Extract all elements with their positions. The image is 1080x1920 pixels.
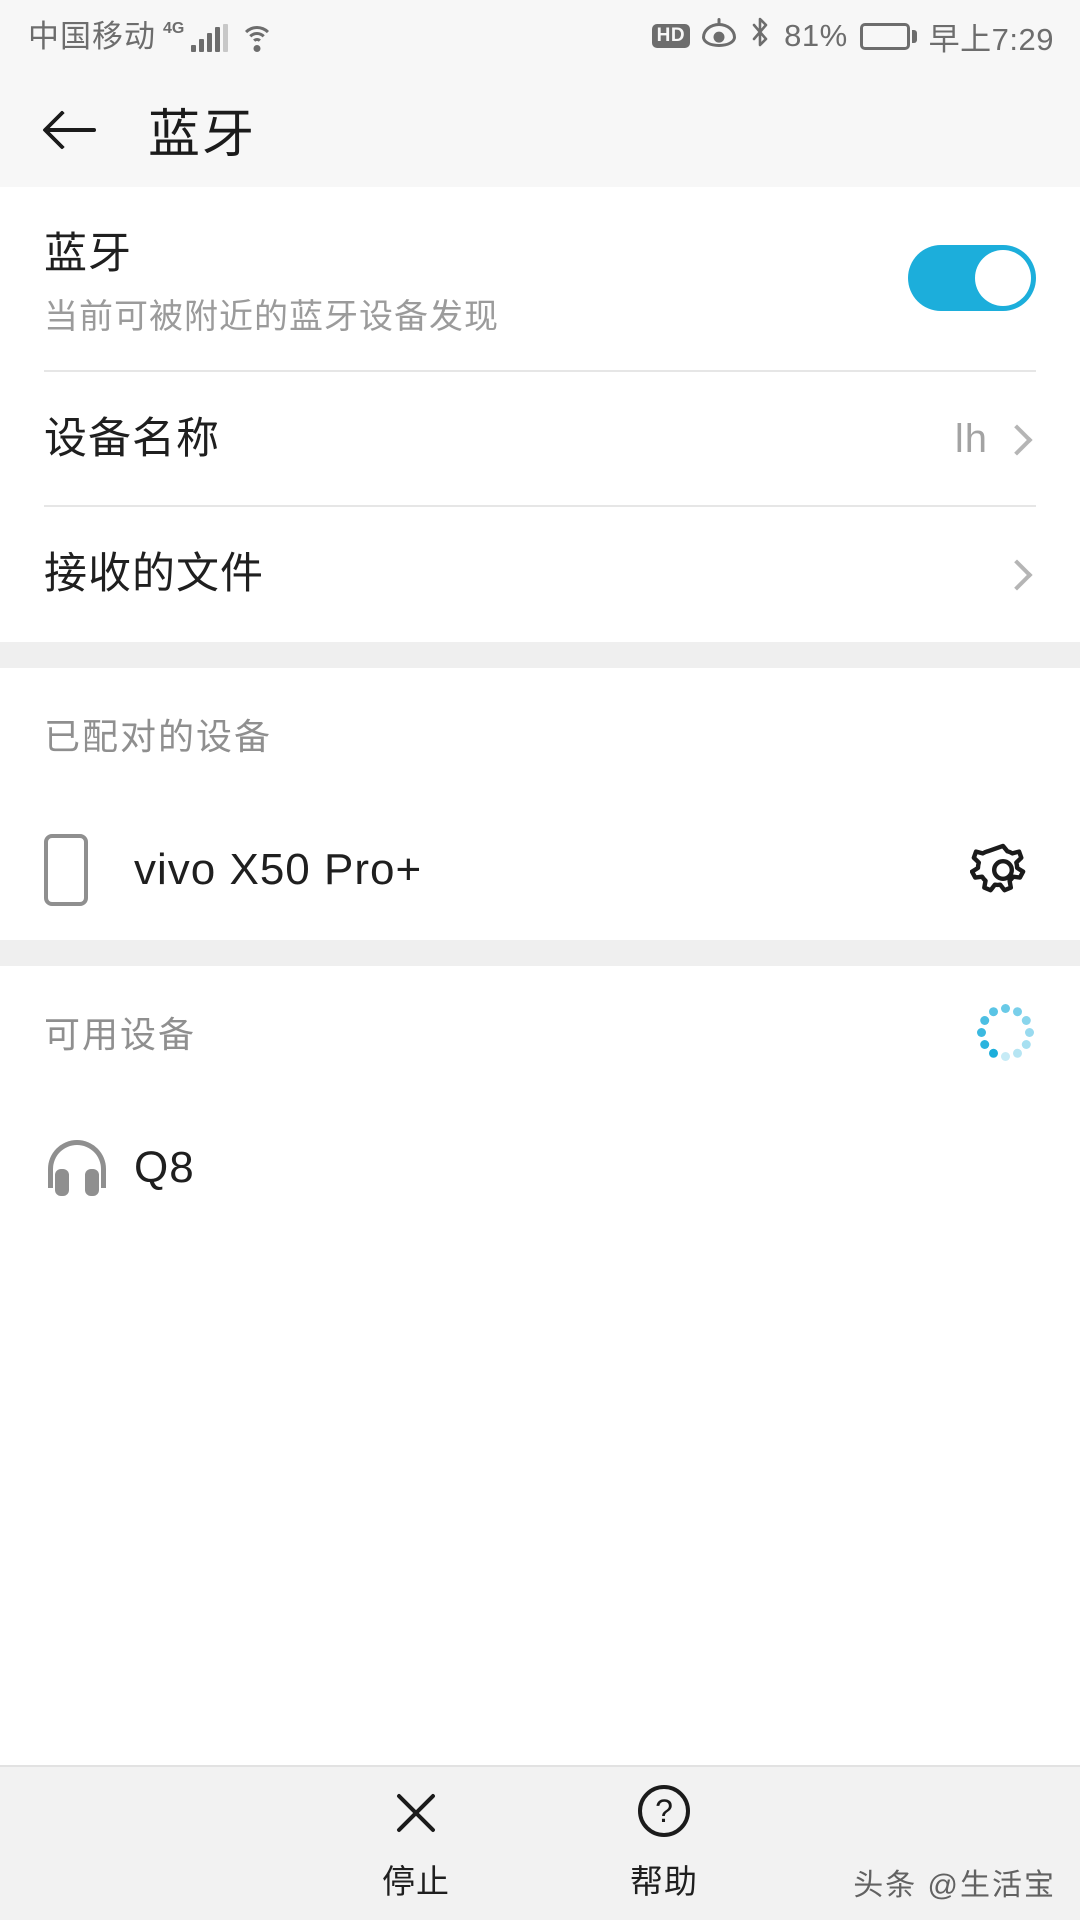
settings-content: 蓝牙 当前可被附近的蓝牙设备发现 设备名称 lh 接收的文件 已配对的设备 vi… xyxy=(0,187,1080,1765)
battery-percent-label: 81% xyxy=(784,18,848,53)
back-arrow-icon[interactable] xyxy=(42,99,104,161)
bluetooth-settings-screen: 中国移动 4G HD 81% 早上7:29 蓝牙 蓝牙 当前可被附近的蓝牙设备发… xyxy=(0,0,1080,1920)
chevron-right-icon xyxy=(1001,558,1033,591)
paired-device-name: vivo X50 Pro+ xyxy=(134,845,423,894)
status-bar-left: 中国移动 4G xyxy=(28,18,275,54)
bluetooth-toggle-title: 蓝牙 xyxy=(44,230,132,278)
status-bar: 中国移动 4G HD 81% 早上7:29 xyxy=(0,0,1080,72)
signal-strength-icon xyxy=(191,23,229,52)
gear-icon[interactable] xyxy=(969,837,1036,903)
received-files-right xyxy=(1001,558,1036,591)
bottom-toolbar: 停止 ? 帮助 头条 @生活宝 xyxy=(0,1765,1080,1920)
watermark-label: 头条 @生活宝 xyxy=(853,1869,1056,1902)
paired-device-row[interactable]: vivo X50 Pro+ xyxy=(0,800,1080,940)
received-files-label: 接收的文件 xyxy=(44,549,264,598)
battery-icon xyxy=(859,22,917,50)
question-mark-icon: ? xyxy=(638,1784,690,1837)
hd-voice-icon: HD xyxy=(651,24,691,48)
phone-icon xyxy=(44,834,134,906)
device-name-text: 设备名称 xyxy=(44,414,955,466)
bluetooth-toggle-switch[interactable] xyxy=(908,245,1036,311)
device-name-label: 设备名称 xyxy=(44,414,220,463)
device-name-value: lh xyxy=(954,417,988,461)
available-devices-header: 可用设备 xyxy=(0,966,1080,1098)
available-device-row[interactable]: Q8 xyxy=(0,1098,1080,1238)
page-title: 蓝牙 xyxy=(148,106,257,164)
network-type-badge: 4G xyxy=(163,19,185,37)
close-x-icon xyxy=(390,1785,442,1837)
stop-button[interactable]: 停止 xyxy=(382,1785,450,1903)
wifi-icon xyxy=(239,24,275,52)
eye-comfort-icon xyxy=(702,18,737,51)
help-button-label: 帮助 xyxy=(630,1862,698,1900)
received-files-text: 接收的文件 xyxy=(44,549,1006,601)
paired-devices-header: 已配对的设备 xyxy=(0,668,1080,800)
paired-devices-label: 已配对的设备 xyxy=(44,716,273,757)
carrier-label: 中国移动 xyxy=(28,18,156,54)
help-button[interactable]: ? 帮助 xyxy=(630,1784,698,1903)
scanning-spinner-icon xyxy=(974,1001,1036,1063)
device-name-right: lh xyxy=(955,417,1036,462)
device-name-row[interactable]: 设备名称 lh xyxy=(0,372,1080,507)
bluetooth-toggle-text: 蓝牙 当前可被附近的蓝牙设备发现 xyxy=(44,229,908,337)
chevron-right-icon xyxy=(1001,423,1033,456)
headphone-icon xyxy=(44,1140,134,1196)
toggle-knob xyxy=(975,250,1031,306)
status-bar-right: HD 81% 早上7:29 xyxy=(651,14,1054,59)
clock-label: 早上7:29 xyxy=(928,21,1054,57)
app-bar: 蓝牙 xyxy=(0,72,1080,187)
section-gap xyxy=(0,642,1080,668)
available-devices-label: 可用设备 xyxy=(44,1014,197,1055)
bluetooth-status-icon xyxy=(748,16,772,56)
bluetooth-toggle-row[interactable]: 蓝牙 当前可被附近的蓝牙设备发现 xyxy=(0,187,1080,372)
available-device-name: Q8 xyxy=(134,1143,195,1192)
stop-button-label: 停止 xyxy=(382,1862,450,1900)
bluetooth-toggle-subtitle: 当前可被附近的蓝牙设备发现 xyxy=(44,297,499,336)
section-gap xyxy=(0,940,1080,966)
received-files-row[interactable]: 接收的文件 xyxy=(0,507,1080,642)
